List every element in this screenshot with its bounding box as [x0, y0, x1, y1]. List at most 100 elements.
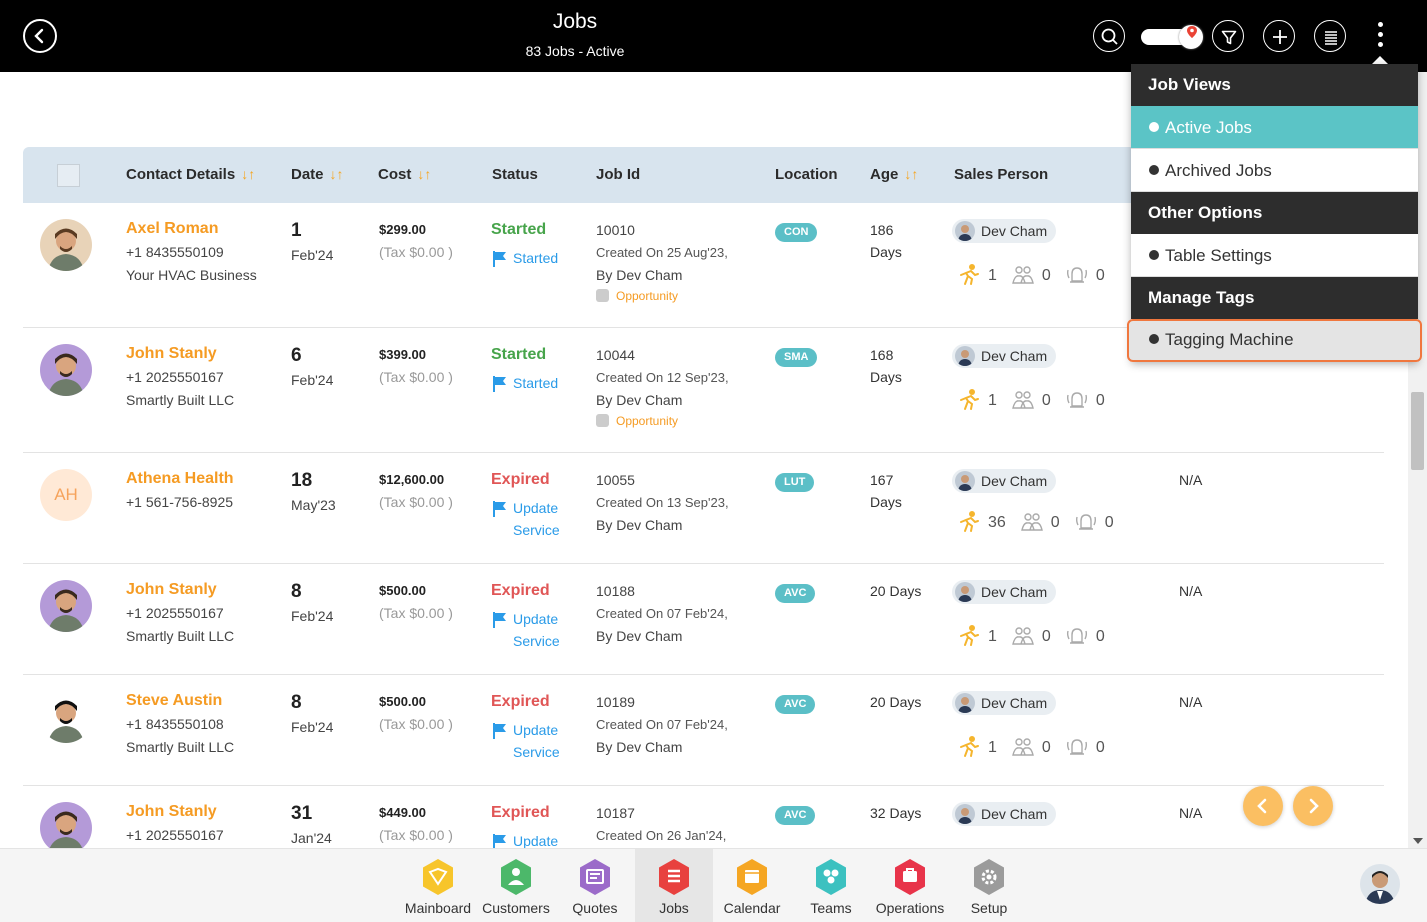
job-status: Expired — [491, 582, 550, 599]
menu-item-archived-jobs[interactable]: Archived Jobs — [1131, 149, 1418, 192]
bullet-icon — [1149, 165, 1159, 175]
table-row[interactable]: John Stanly +1 2025550167 Smartly Built LL… — [23, 564, 1384, 675]
nav-label: Teams — [810, 900, 852, 916]
contact-company: Smartly Built LLC — [126, 628, 235, 644]
page-title: Jobs — [552, 10, 598, 33]
job-age: 168 — [870, 347, 894, 363]
opportunity-tag[interactable]: Opportunity — [596, 414, 678, 428]
nav-teams[interactable]: Teams — [792, 849, 870, 922]
scroll-down-arrow[interactable] — [1413, 838, 1423, 844]
nav-quotes[interactable]: Quotes — [556, 849, 634, 922]
scrollbar-thumb[interactable] — [1411, 392, 1424, 470]
map-view-toggle[interactable] — [1141, 25, 1203, 49]
sort-icon[interactable]: ↓↑ — [330, 166, 344, 182]
table-row[interactable]: John Stanly +1 2025550167 31 Jan'24 $449.00 (… — [23, 786, 1384, 848]
date-day: 18 — [291, 470, 313, 491]
opportunity-tag[interactable]: Opportunity — [596, 289, 678, 303]
status-action-link[interactable]: Update — [513, 722, 558, 738]
status-action-link-2[interactable]: Service — [513, 522, 560, 538]
nav-jobs[interactable]: Jobs — [635, 849, 713, 922]
chevron-left-icon — [1257, 798, 1267, 814]
job-id[interactable]: 10044 — [596, 347, 635, 363]
operations-icon — [895, 859, 925, 895]
sales-person-chip[interactable]: Dev Cham — [952, 344, 1057, 368]
menu-item-table-settings[interactable]: Table Settings — [1131, 234, 1418, 277]
scroll-left-button[interactable] — [1243, 786, 1283, 826]
job-id[interactable]: 10189 — [596, 694, 635, 710]
job-cost: $500.00 — [379, 694, 426, 709]
col-cost[interactable]: Cost ↓↑ — [378, 166, 431, 183]
nav-setup[interactable]: Setup — [950, 849, 1028, 922]
status-action-link-2[interactable]: Service — [513, 744, 560, 760]
sales-person-chip[interactable]: Dev Cham — [952, 469, 1057, 493]
col-date[interactable]: Date ↓↑ — [291, 166, 344, 183]
search-button[interactable] — [1093, 20, 1125, 52]
chevron-right-icon — [1309, 798, 1319, 814]
menu-item-tagging-machine[interactable]: Tagging Machine — [1127, 319, 1422, 362]
date-day: 8 — [291, 692, 302, 713]
sales-person-avatar — [955, 346, 975, 366]
job-age-unit: Days — [870, 369, 902, 385]
status-action-link[interactable]: Started — [513, 250, 558, 266]
col-sales-person: Sales Person — [954, 166, 1049, 183]
table-row[interactable]: Steve Austin +1 8435550108 Smartly Built L… — [23, 675, 1384, 786]
alarm-count: 0 — [1095, 267, 1105, 284]
job-created-by: By Dev Cham — [596, 392, 683, 408]
nav-label: Calendar — [723, 900, 781, 916]
status-action-link-2[interactable]: Service — [513, 633, 560, 649]
job-id[interactable]: 10188 — [596, 583, 635, 599]
sales-person-chip[interactable]: Dev Cham — [952, 580, 1057, 604]
alarm-count: 0 — [1095, 392, 1105, 409]
contact-company: Smartly Built LLC — [126, 739, 235, 755]
nav-calendar[interactable]: Calendar — [713, 849, 791, 922]
job-id[interactable]: 10055 — [596, 472, 635, 488]
setup-icon — [974, 859, 1004, 895]
contact-name[interactable]: John Stanly — [126, 581, 217, 599]
job-status: Started — [491, 221, 547, 238]
sales-person-chip[interactable]: Dev Cham — [952, 219, 1057, 243]
user-avatar[interactable] — [1360, 864, 1400, 904]
job-age: 20 Days — [870, 694, 922, 710]
alarm-count: 0 — [1095, 628, 1105, 645]
alarm-icon — [1066, 628, 1087, 644]
status-action-link[interactable]: Update — [513, 611, 558, 627]
job-age: 186 — [870, 222, 894, 238]
col-contact-details[interactable]: Contact Details ↓↑ — [126, 166, 255, 183]
nav-customers[interactable]: Customers — [477, 849, 555, 922]
scroll-right-button[interactable] — [1293, 786, 1333, 826]
contact-company: Your HVAC Business — [126, 267, 257, 283]
status-action-link[interactable]: Update — [513, 833, 558, 848]
select-all-checkbox[interactable] — [57, 164, 80, 187]
contact-name[interactable]: John Stanly — [126, 345, 217, 363]
contact-name[interactable]: Axel Roman — [126, 220, 218, 238]
col-age[interactable]: Age ↓↑ — [870, 166, 918, 183]
job-age-unit: Days — [870, 244, 902, 260]
job-created-by: By Dev Cham — [596, 517, 683, 533]
contact-name[interactable]: Steve Austin — [126, 692, 222, 710]
job-id[interactable]: 10187 — [596, 805, 635, 821]
more-options-button[interactable] — [1372, 22, 1388, 52]
sales-person-chip[interactable]: Dev Cham — [952, 691, 1057, 715]
add-job-button[interactable] — [1263, 20, 1295, 52]
status-action-link[interactable]: Started — [513, 375, 558, 391]
list-view-button[interactable] — [1314, 20, 1346, 52]
nav-label: Jobs — [659, 900, 689, 916]
contact-name[interactable]: John Stanly — [126, 803, 217, 821]
status-action-link[interactable]: Update — [513, 500, 558, 516]
sort-icon[interactable]: ↓↑ — [417, 166, 431, 182]
job-id[interactable]: 10010 — [596, 222, 635, 238]
team-count: 0 — [1041, 267, 1051, 284]
sales-person-avatar — [955, 221, 975, 241]
filter-button[interactable] — [1212, 20, 1244, 52]
sales-person-chip[interactable]: Dev Cham — [952, 802, 1057, 826]
contact-name[interactable]: Athena Health — [126, 470, 234, 488]
table-row[interactable]: AH Athena Health +1 561-756-8925 18 May'23 $1… — [23, 453, 1384, 564]
sort-icon[interactable]: ↓↑ — [904, 166, 918, 182]
date-day: 31 — [291, 803, 313, 824]
sort-icon[interactable]: ↓↑ — [241, 166, 255, 182]
nav-operations[interactable]: Operations — [871, 849, 949, 922]
nav-mainboard[interactable]: Mainboard — [399, 849, 477, 922]
menu-item-active-jobs[interactable]: Active Jobs — [1131, 106, 1418, 149]
tech-count: 1 — [988, 628, 997, 645]
contact-company: Smartly Built LLC — [126, 392, 235, 408]
